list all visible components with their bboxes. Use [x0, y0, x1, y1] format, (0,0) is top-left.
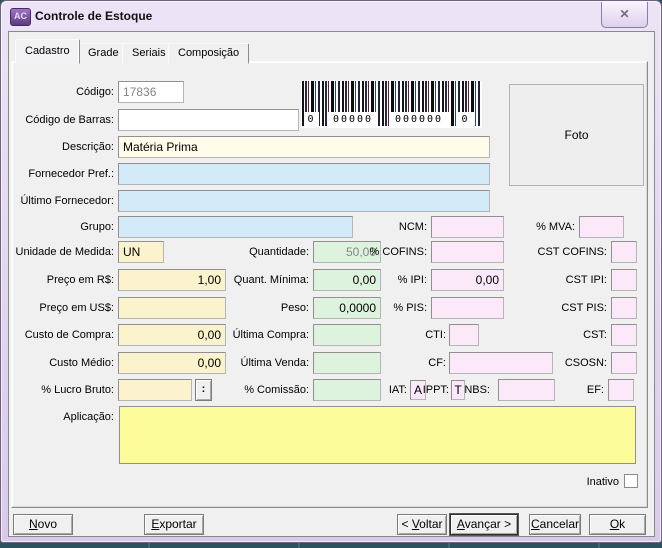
- app-icon: AC: [10, 8, 31, 26]
- window-title: Controle de Estoque: [35, 9, 152, 23]
- cti-label: CTI:: [351, 328, 446, 342]
- nbs-label: NBS:: [457, 383, 490, 397]
- voltar-button-rest: oltar: [419, 517, 442, 531]
- cti-field[interactable]: [449, 324, 479, 346]
- avancar-button[interactable]: Avançar >: [450, 514, 518, 535]
- lucro-bruto-label: % Lucro Bruto:: [9, 383, 114, 397]
- pis-field[interactable]: [431, 297, 504, 319]
- cf-label: CF:: [351, 356, 446, 370]
- novo-button-rest: ovo: [38, 517, 57, 531]
- voltar-button[interactable]: < Voltar: [397, 514, 447, 535]
- lucro-bruto-field[interactable]: [118, 379, 192, 401]
- tab-grade[interactable]: Grade: [78, 43, 129, 64]
- cst-cofins-label: CST COFINS:: [501, 245, 607, 259]
- foto-label: Foto: [564, 128, 588, 142]
- cancelar-button[interactable]: Cancelar: [529, 514, 581, 535]
- avancar-button-rest: vançar >: [465, 517, 511, 531]
- foto-placeholder: Foto: [509, 84, 644, 186]
- window-controle-de-estoque: AC Controle de Estoque ✕ Cadastro Grade …: [0, 0, 662, 543]
- fornecedor-pref-label: Fornecedor Pref.:: [9, 167, 114, 181]
- cst-ipi-label: CST IPI:: [501, 273, 607, 287]
- novo-button[interactable]: Novo: [13, 514, 73, 535]
- barcode-image: 0 00000 000000 0: [301, 81, 482, 128]
- barcode-digit-group: 000000: [389, 112, 449, 127]
- barcode-digit-group: 0: [304, 112, 319, 127]
- mva-field[interactable]: [579, 216, 624, 238]
- nbs-field[interactable]: [498, 379, 555, 401]
- close-icon: ✕: [619, 7, 629, 21]
- preco-rs-label: Preço em R$:: [9, 273, 114, 287]
- codigo-field[interactable]: 17836: [118, 81, 184, 103]
- novo-button-accel: N: [29, 517, 38, 531]
- unidade-field[interactable]: UN: [118, 241, 164, 263]
- iat-label: IAT:: [364, 383, 407, 397]
- comissao-label: % Comissão:: [201, 383, 309, 397]
- ok-button-rest: k: [619, 517, 625, 531]
- tab-composicao[interactable]: Composição: [168, 43, 249, 64]
- cofins-field[interactable]: [431, 241, 504, 263]
- ef-field[interactable]: [608, 379, 634, 401]
- ipi-label: % IPI:: [331, 273, 427, 287]
- aplicacao-label: Aplicação:: [9, 410, 114, 424]
- close-button[interactable]: ✕: [601, 2, 648, 28]
- peso-label: Peso:: [201, 301, 309, 315]
- custo-medio-label: Custo Médio:: [9, 356, 114, 370]
- ultima-compra-label: Última Compra:: [201, 328, 309, 342]
- voltar-button-label: <: [401, 517, 411, 531]
- exportar-button[interactable]: Exportar: [144, 514, 204, 535]
- cst-ipi-field[interactable]: [611, 269, 637, 291]
- ultimo-fornecedor-label: Último Fornecedor:: [9, 194, 114, 208]
- codigo-barras-field[interactable]: [118, 109, 299, 131]
- grupo-label: Grupo:: [9, 220, 114, 234]
- tab-cadastro[interactable]: Cadastro: [15, 39, 80, 64]
- ef-label: EF:: [566, 383, 604, 397]
- title-bar: AC Controle de Estoque ✕: [1, 1, 661, 31]
- quantidade-label: Quantidade:: [201, 245, 309, 259]
- cst-pis-label: CST PIS:: [501, 301, 607, 315]
- ippt-label: IPPT:: [420, 383, 449, 397]
- cofins-label: % COFINS:: [331, 245, 427, 259]
- codigo-label: Código:: [9, 85, 114, 99]
- csosn-label: CSOSN:: [501, 356, 607, 370]
- aplicacao-field[interactable]: [119, 406, 636, 464]
- mva-label: % MVA:: [491, 220, 575, 234]
- ultimo-fornecedor-field[interactable]: [118, 190, 490, 212]
- cst-pis-field[interactable]: [611, 297, 637, 319]
- unidade-label: Unidade de Medida:: [9, 245, 114, 259]
- ncm-label: NCM:: [331, 220, 427, 234]
- csosn-field[interactable]: [611, 352, 637, 374]
- inativo-label: Inativo: [536, 475, 619, 489]
- ipi-field[interactable]: 0,00: [431, 269, 504, 291]
- descricao-label: Descrição:: [9, 140, 114, 154]
- grupo-field[interactable]: [118, 216, 353, 238]
- cancelar-button-accel: C: [531, 517, 540, 531]
- custo-compra-label: Custo de Compra:: [9, 328, 114, 342]
- quant-minima-label: Quant. Mínima:: [201, 273, 309, 287]
- cst-cofins-field[interactable]: [611, 241, 637, 263]
- preco-uss-label: Preço em US$:: [9, 301, 114, 315]
- exportar-button-rest: xportar: [159, 517, 196, 531]
- inativo-checkbox[interactable]: [624, 474, 638, 488]
- cancelar-button-rest: ancelar: [540, 517, 579, 531]
- cst-field[interactable]: [611, 324, 637, 346]
- pis-label: % PIS:: [331, 301, 427, 315]
- cst-label: CST:: [501, 328, 607, 342]
- barcode-digit-group: 00000: [328, 112, 378, 127]
- codigo-barras-label: Código de Barras:: [9, 113, 114, 127]
- fornecedor-pref-field[interactable]: [118, 163, 490, 185]
- avancar-button-accel: A: [457, 517, 465, 531]
- barcode-digit-group: 0: [457, 112, 474, 127]
- ultima-venda-label: Última Venda:: [201, 356, 309, 370]
- descricao-field[interactable]: Matéria Prima: [118, 136, 490, 158]
- ok-button[interactable]: Ok: [589, 514, 646, 535]
- ok-button-accel: O: [610, 517, 619, 531]
